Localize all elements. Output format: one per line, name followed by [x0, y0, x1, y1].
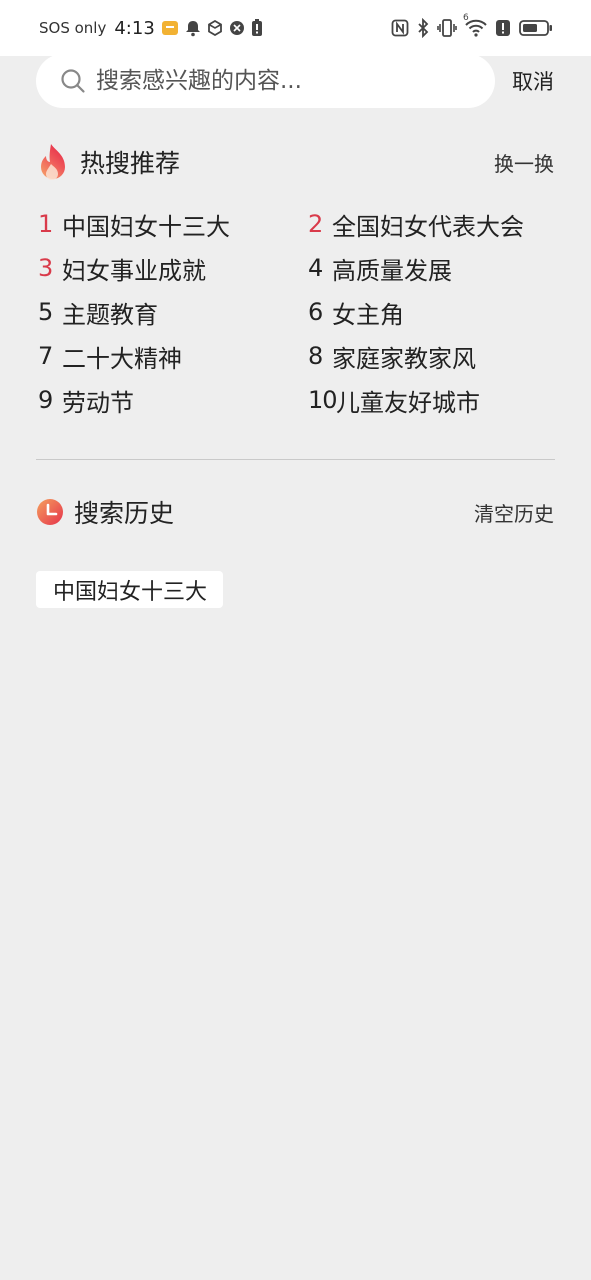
clock-time: 4:13 [114, 17, 155, 39]
cancel-button[interactable]: 取消 [512, 66, 554, 96]
vibrate-icon [437, 19, 457, 37]
hot-search-text: 二十大精神 [62, 344, 182, 373]
bell-icon [185, 19, 201, 37]
hot-search-rank: 8 [308, 342, 324, 370]
refresh-button[interactable]: 换一换 [494, 148, 554, 177]
hot-search-text: 劳动节 [62, 388, 134, 417]
status-bar-left: SOS only 4:13 [39, 18, 263, 39]
search-box[interactable] [36, 54, 495, 108]
hot-search-item[interactable]: 9 劳动节 [38, 378, 308, 422]
clear-history-button[interactable]: 清空历史 [474, 498, 554, 527]
hot-search-item[interactable]: 2 全国妇女代表大会 [308, 202, 558, 246]
battery-icon [519, 19, 553, 37]
hot-search-rank: 2 [308, 210, 324, 238]
hot-search-text: 家庭家教家风 [332, 344, 476, 373]
divider [36, 459, 555, 460]
hot-search-header: 热搜推荐 换一换 [36, 142, 554, 182]
hot-search-text: 妇女事业成就 [62, 256, 206, 285]
hot-search-rank: 3 [38, 254, 54, 282]
nfc-icon [391, 19, 409, 37]
hot-search-text: 女主角 [332, 300, 404, 329]
hot-search-text: 儿童友好城市 [336, 388, 480, 417]
wifi-label: 6 [463, 13, 469, 23]
cube-icon [207, 20, 223, 36]
wifi-icon: 6 [463, 13, 487, 37]
hot-search-item[interactable]: 10 儿童友好城市 [308, 378, 558, 422]
search-row: 取消 [36, 54, 554, 108]
hot-search-list: 1 中国妇女十三大 2 全国妇女代表大会 3 妇女事业成就 4 高质量发展 5 主题教育 6 女主角 7… [38, 202, 558, 422]
alert-icon [495, 19, 511, 37]
status-bar: SOS only 4:13 6 [0, 0, 591, 56]
battery-saver-icon [251, 19, 263, 37]
shield-icon [229, 20, 245, 36]
hot-search-rank: 7 [38, 342, 54, 370]
hot-search-rank: 5 [38, 298, 54, 326]
hot-search-item[interactable]: 3 妇女事业成就 [38, 246, 308, 290]
hot-search-rank: 6 [308, 298, 324, 326]
hot-search-item[interactable]: 4 高质量发展 [308, 246, 558, 290]
hot-search-item[interactable]: 1 中国妇女十三大 [38, 202, 308, 246]
hot-search-rank: 4 [308, 254, 324, 282]
search-input[interactable] [94, 67, 478, 95]
hot-search-text: 中国妇女十三大 [62, 212, 230, 241]
hot-search-item[interactable]: 7 二十大精神 [38, 334, 308, 378]
hot-search-text: 全国妇女代表大会 [332, 212, 524, 241]
hot-search-title: 热搜推荐 [80, 149, 181, 178]
history-title: 搜索历史 [74, 499, 175, 528]
clock-icon [36, 498, 64, 526]
hot-search-rank: 9 [38, 386, 54, 414]
hot-search-rank: 1 [38, 210, 54, 238]
hot-search-item[interactable]: 6 女主角 [308, 290, 558, 334]
history-chip[interactable]: 中国妇女十三大 [36, 571, 224, 608]
app-notification-icon [161, 19, 179, 37]
hot-search-text: 高质量发展 [332, 256, 452, 285]
hot-search-rank: 10 [308, 386, 338, 414]
history-header: 搜索历史 清空历史 [36, 492, 554, 532]
bluetooth-icon [417, 18, 429, 38]
search-icon [60, 68, 86, 94]
flame-icon [36, 142, 70, 182]
hot-search-item[interactable]: 5 主题教育 [38, 290, 308, 334]
hot-search-text: 主题教育 [62, 300, 158, 329]
hot-search-item[interactable]: 8 家庭家教家风 [308, 334, 558, 378]
carrier-text: SOS only [39, 19, 107, 37]
status-bar-right: 6 [391, 13, 553, 38]
